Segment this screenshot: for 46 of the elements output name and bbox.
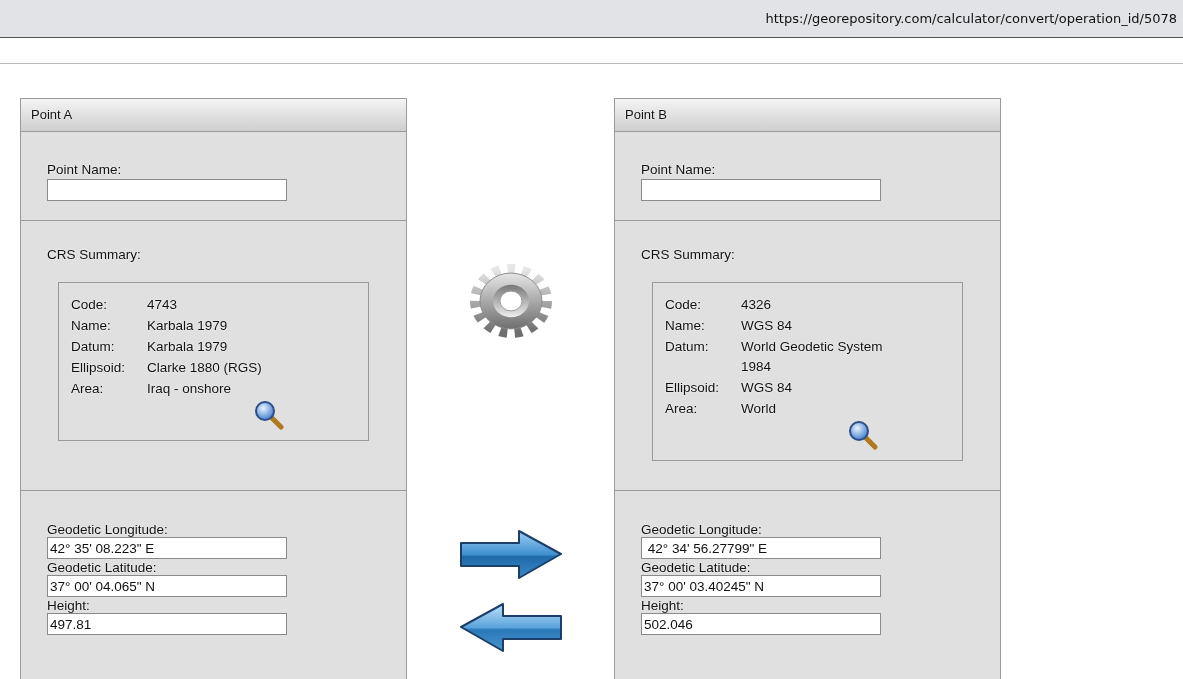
summary-value: 4743 (147, 296, 179, 314)
field-label: Height: (641, 598, 684, 613)
section-label: CRS Summary: (47, 247, 141, 262)
summary-key: Ellipsoid: (71, 358, 147, 378)
arrow-right-icon[interactable] (458, 530, 563, 580)
arrow-left-icon[interactable] (458, 603, 563, 653)
summary-key: Datum: (71, 337, 147, 357)
field-label: Geodetic Latitude: (641, 560, 751, 575)
summary-key: Code: (71, 295, 147, 315)
summary-key: Datum: (665, 337, 741, 377)
field-label: Point Name: (47, 162, 122, 177)
input-field[interactable]: 502.046 (641, 613, 881, 635)
input-field[interactable] (641, 179, 881, 201)
search-icon[interactable] (254, 400, 284, 430)
panel-header: Point B (615, 99, 1000, 132)
summary-key: Name: (665, 316, 741, 336)
summary-key: Area: (71, 379, 147, 399)
field-label: Geodetic Latitude: (47, 560, 157, 575)
input-field[interactable]: 37° 00' 03.40245" N (641, 575, 881, 597)
summary-value: Karbala 1979 (147, 317, 229, 335)
field-label: Height: (47, 598, 90, 613)
summary-key: Area: (665, 399, 741, 419)
gear-icon[interactable] (467, 262, 554, 340)
summary-value: WGS 84 (741, 317, 793, 335)
summary-value: WGS 84 (741, 379, 793, 397)
field-label: Geodetic Longitude: (47, 522, 168, 537)
summary-key: Ellipsoid: (665, 378, 741, 398)
section-label: CRS Summary: (641, 247, 735, 262)
summary-value: World (741, 400, 777, 418)
panel-header: Point A (21, 99, 406, 132)
summary-key: Code: (665, 295, 741, 315)
input-field[interactable]: 497.81 (47, 613, 287, 635)
summary-value: World Geodetic System 1984 (741, 338, 884, 376)
summary-key: Name: (71, 316, 147, 336)
field-label: Point Name: (641, 162, 716, 177)
input-field[interactable]: 42° 35' 08.223" E (47, 537, 287, 559)
field-label: Geodetic Longitude: (641, 522, 762, 537)
summary-value: Karbala 1979 (147, 338, 229, 356)
input-field[interactable]: 42° 34' 56.27799" E (641, 537, 881, 559)
input-field[interactable] (47, 179, 287, 201)
input-field[interactable]: 37° 00' 04.065" N (47, 575, 287, 597)
summary-value: Clarke 1880 (RGS) (147, 359, 263, 377)
page-url: https://georepository.com/calculator/convert/operation_id/5078 (765, 11, 1177, 26)
summary-value: Iraq - onshore (147, 380, 233, 398)
summary-value: 4326 (741, 296, 773, 314)
search-icon[interactable] (848, 420, 878, 450)
